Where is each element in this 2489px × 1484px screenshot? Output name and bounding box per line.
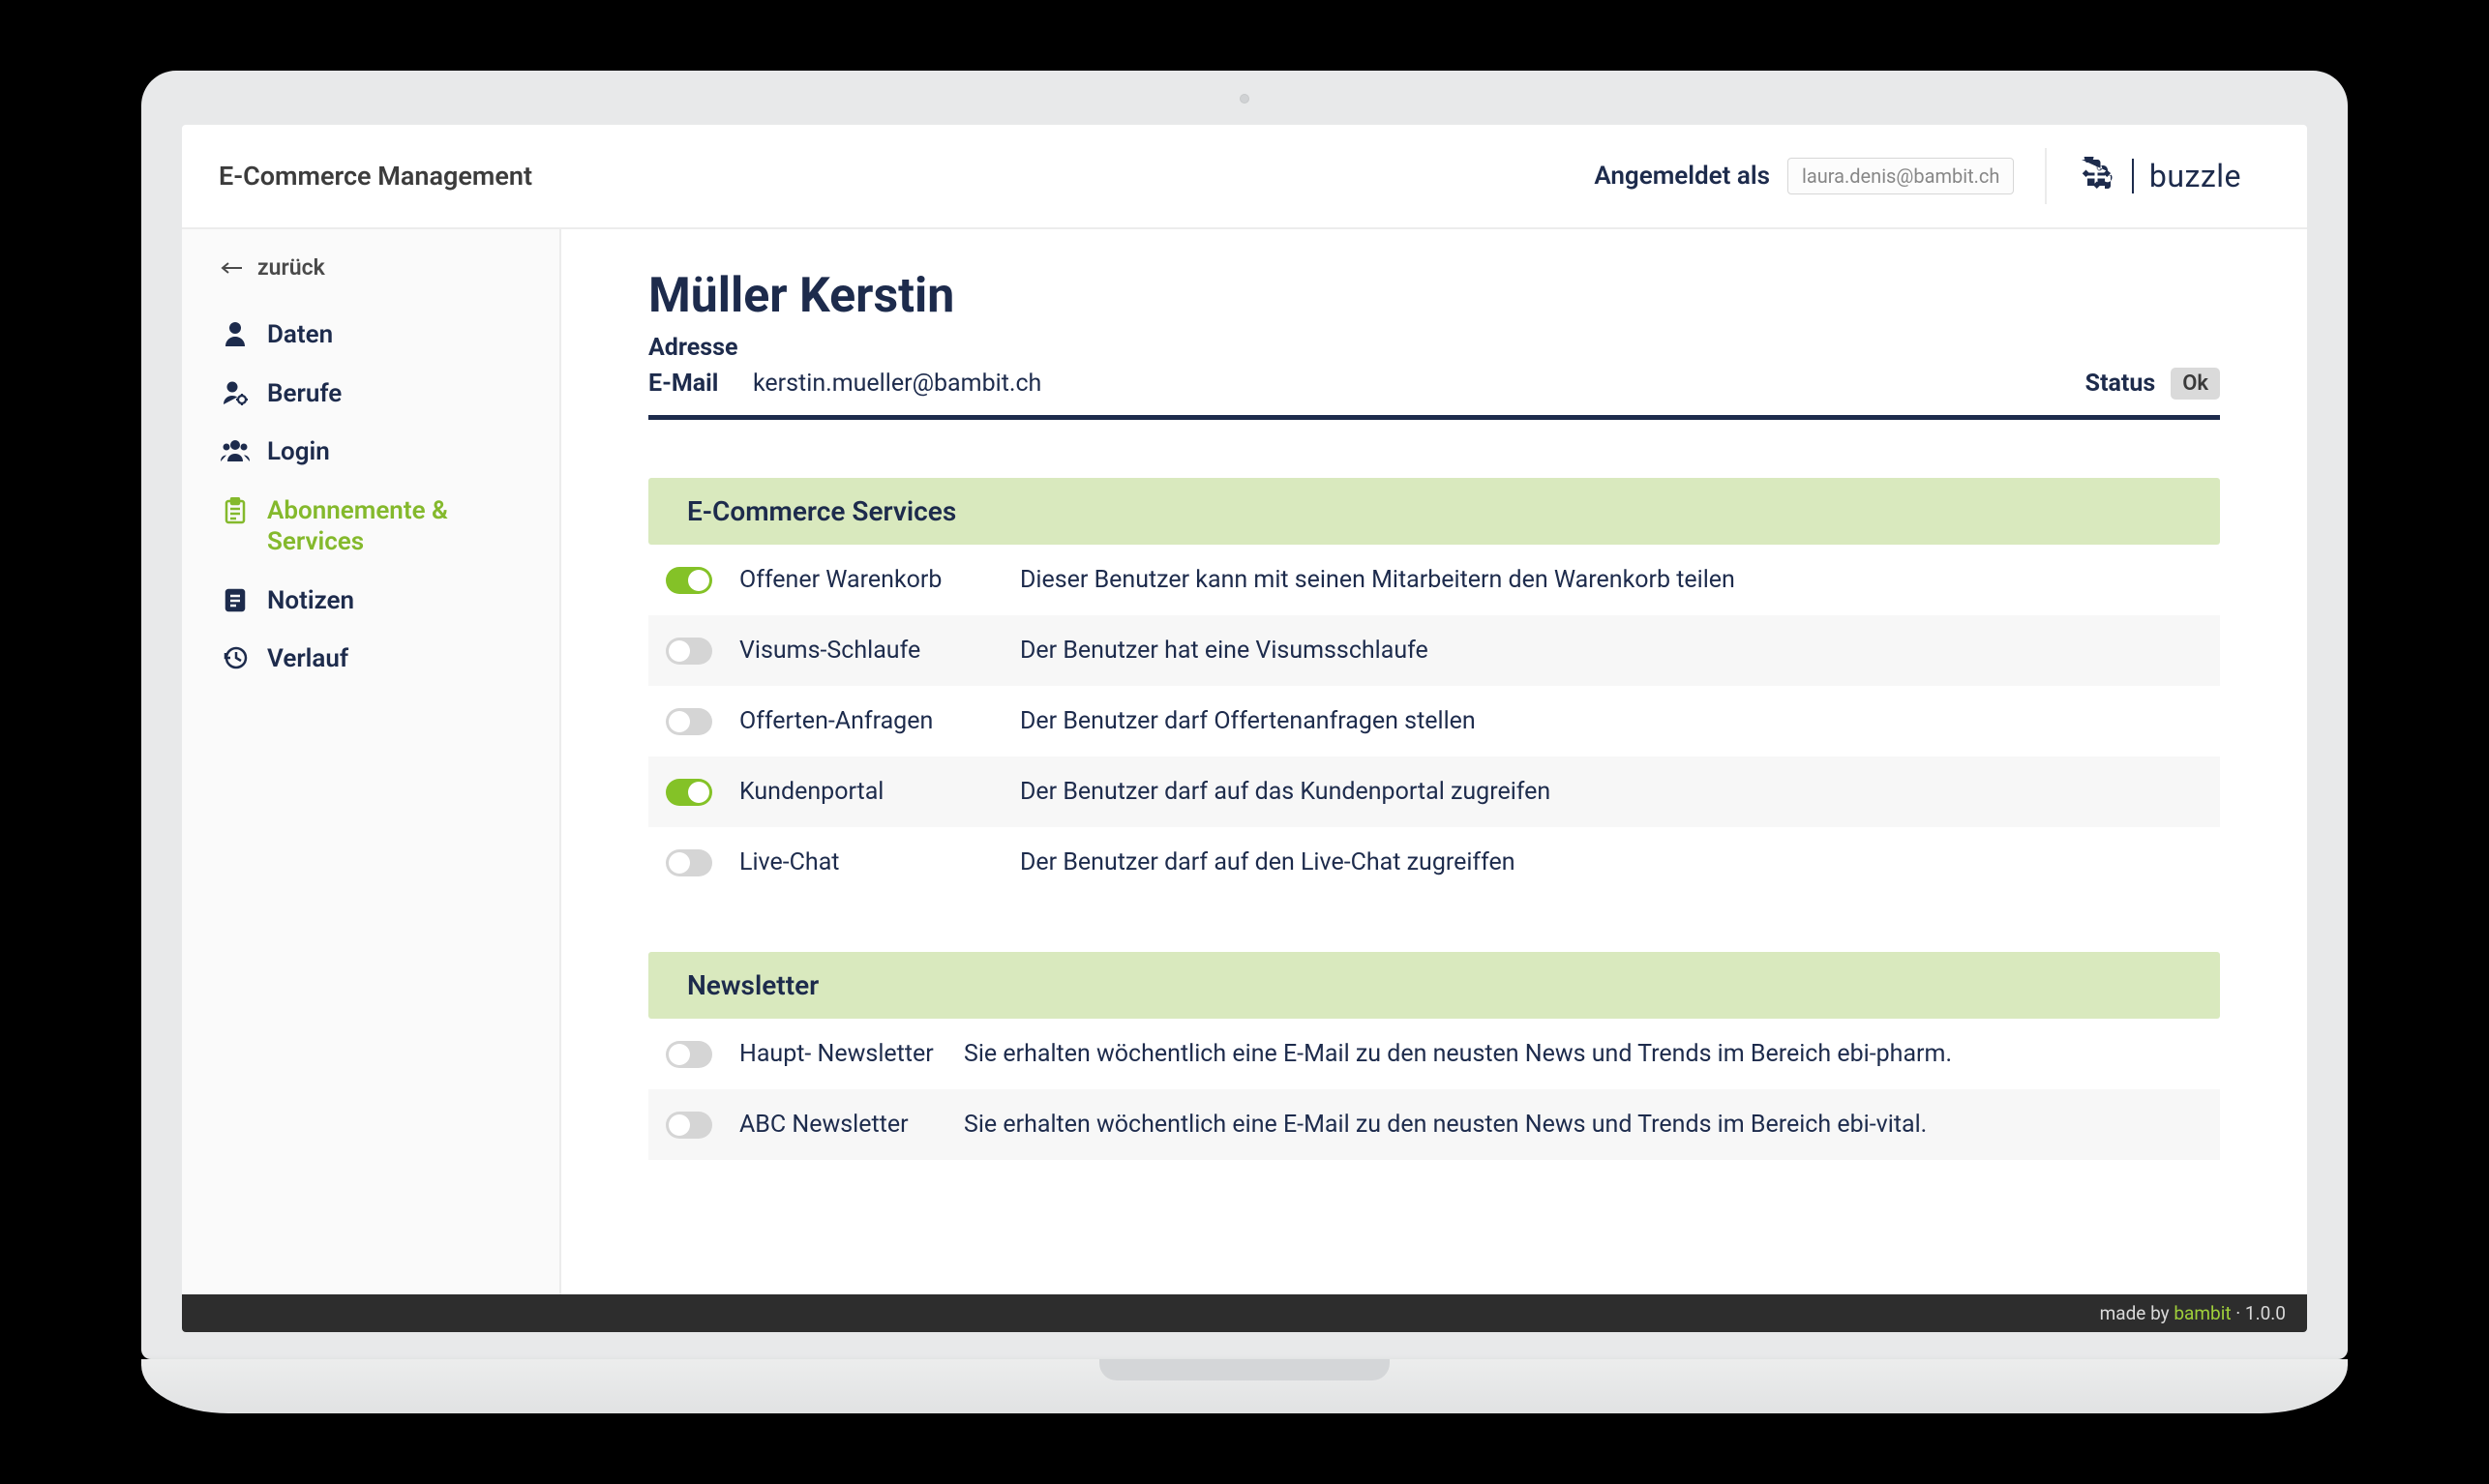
service-name: Offener Warenkorb: [739, 566, 1020, 594]
user-icon: [221, 319, 250, 346]
newsletter-row-haupt: Haupt- Newsletter Sie erhalten wöchentli…: [648, 1019, 2220, 1089]
service-desc: Der Benutzer darf auf den Live-Chat zugr…: [1020, 848, 2203, 876]
toggle-offerten-anfragen[interactable]: [666, 708, 712, 735]
newsletter-name: ABC Newsletter: [739, 1111, 964, 1139]
user-gear-icon: [221, 378, 250, 405]
sidebar-item-berufe[interactable]: Berufe: [209, 365, 542, 424]
back-label: zurück: [257, 254, 325, 281]
app-title: E-Commerce Management: [219, 161, 532, 192]
clipboard-icon: [221, 495, 250, 524]
sidebar-item-abonnemente-services[interactable]: Abonnemente & Services: [209, 482, 542, 572]
service-name: Kundenportal: [739, 778, 1020, 806]
section-header-newsletter: Newsletter: [648, 952, 2220, 1019]
history-icon: [221, 643, 250, 670]
toggle-visums-schlaufe[interactable]: [666, 638, 712, 665]
toggle-haupt-newsletter[interactable]: [666, 1041, 712, 1068]
note-icon: [221, 585, 250, 612]
laptop-camera: [1240, 94, 1249, 104]
logo-text: buzzle: [2149, 158, 2241, 194]
main-content: Müller Kerstin Adresse E-Mail kerstin.mu…: [561, 229, 2307, 1294]
service-row-offener-warenkorb: Offener Warenkorb Dieser Benutzer kann m…: [648, 545, 2220, 615]
footer-brand: bambit: [2174, 1302, 2231, 1324]
newsletter-desc: Sie erhalten wöchentlich eine E-Mail zu …: [964, 1111, 2203, 1139]
service-desc: Der Benutzer darf Offertenanfragen stell…: [1020, 707, 2203, 735]
sidebar-item-daten[interactable]: Daten: [209, 306, 542, 365]
service-desc: Der Benutzer hat eine Visumsschlaufe: [1020, 637, 2203, 665]
toggle-kundenportal[interactable]: [666, 779, 712, 806]
service-row-offerten-anfragen: Offerten-Anfragen Der Benutzer darf Offe…: [648, 686, 2220, 757]
app-screen: E-Commerce Management Angemeldet als lau…: [182, 125, 2307, 1332]
footer-prefix: made by: [2100, 1302, 2174, 1324]
service-name: Live-Chat: [739, 848, 1020, 876]
logged-in-label: Angemeldet als: [1594, 162, 1770, 191]
app-header: E-Commerce Management Angemeldet als lau…: [182, 125, 2307, 229]
status-label: Status: [2085, 370, 2156, 398]
email-value: kerstin.mueller@bambit.ch: [753, 370, 1041, 398]
newsletter-name: Haupt- Newsletter: [739, 1040, 964, 1068]
newsletter-desc: Sie erhalten wöchentlich eine E-Mail zu …: [964, 1040, 2203, 1068]
logged-in-email[interactable]: laura.denis@bambit.ch: [1787, 158, 2014, 194]
laptop-frame: E-Commerce Management Angemeldet als lau…: [141, 71, 2348, 1413]
users-icon: [221, 436, 250, 461]
sidebar-item-verlauf[interactable]: Verlauf: [209, 630, 542, 689]
toggle-offener-warenkorb[interactable]: [666, 567, 712, 594]
logo-divider: [2132, 159, 2134, 193]
back-button[interactable]: zurück: [182, 229, 559, 302]
email-label: E-Mail: [648, 370, 753, 398]
toggle-live-chat[interactable]: [666, 849, 712, 876]
section-header-ecommerce: E-Commerce Services: [648, 478, 2220, 545]
laptop-notch: [1099, 1359, 1390, 1380]
service-desc: Dieser Benutzer kann mit seinen Mitarbei…: [1020, 566, 2203, 594]
service-row-visums-schlaufe: Visums-Schlaufe Der Benutzer hat eine Vi…: [648, 615, 2220, 686]
service-row-kundenportal: Kundenportal Der Benutzer darf auf das K…: [648, 757, 2220, 827]
toggle-abc-newsletter[interactable]: [666, 1112, 712, 1139]
arrow-left-icon: [221, 254, 244, 281]
brand-logo[interactable]: buzzle: [2045, 148, 2270, 204]
service-name: Visums-Schlaufe: [739, 637, 1020, 665]
puzzle-icon: [2082, 157, 2116, 195]
service-row-live-chat: Live-Chat Der Benutzer darf auf den Live…: [648, 827, 2220, 898]
sidebar-item-login[interactable]: Login: [209, 423, 542, 482]
sidebar: zurück Daten Beru: [182, 229, 561, 1294]
footer-suffix: · 1.0.0: [2232, 1302, 2286, 1324]
divider: [648, 415, 2220, 420]
newsletter-row-abc: ABC Newsletter Sie erhalten wöchentlich …: [648, 1089, 2220, 1160]
service-name: Offerten-Anfragen: [739, 707, 1020, 735]
sidebar-item-notizen[interactable]: Notizen: [209, 572, 542, 631]
laptop-base: [141, 1359, 2348, 1413]
address-label: Adresse: [648, 334, 753, 362]
app-footer: made by bambit · 1.0.0: [182, 1294, 2307, 1332]
user-name: Müller Kerstin: [648, 268, 2220, 324]
service-desc: Der Benutzer darf auf das Kundenportal z…: [1020, 778, 2203, 806]
status-badge: Ok: [2171, 368, 2220, 400]
